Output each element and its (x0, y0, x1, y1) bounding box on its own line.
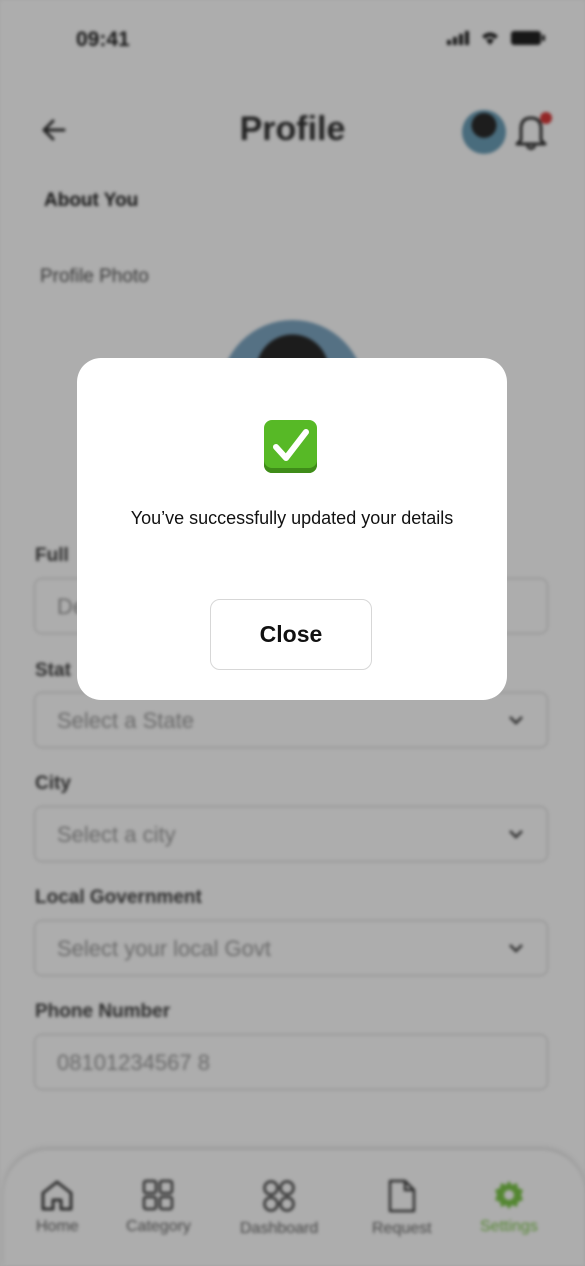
close-button[interactable]: Close (210, 599, 372, 670)
success-message: You’ve successfully updated your details (130, 508, 454, 528)
check-mark-icon (264, 420, 317, 473)
